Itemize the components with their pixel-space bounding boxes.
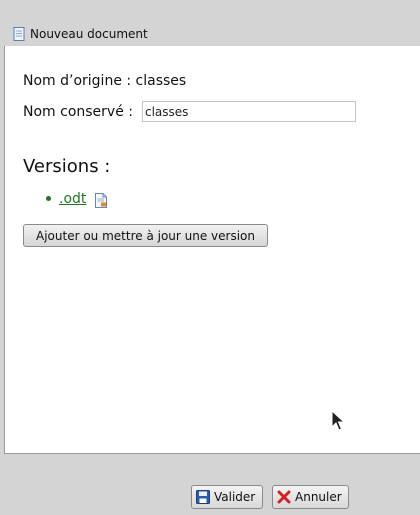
dialog-titlebar: Nouveau document <box>0 22 420 46</box>
version-link-odt[interactable]: .odt <box>59 190 86 208</box>
dialog-title: Nouveau document <box>30 27 148 41</box>
odt-file-icon[interactable] <box>94 193 108 208</box>
list-bullet <box>46 196 51 201</box>
document-icon <box>13 27 25 41</box>
cancel-x-icon <box>277 490 291 504</box>
validate-button[interactable]: Valider <box>191 485 263 509</box>
versions-heading: Versions : <box>23 156 111 177</box>
validate-label: Valider <box>214 490 256 504</box>
mouse-pointer-icon <box>331 410 345 431</box>
add-update-version-button[interactable]: Ajouter ou mettre à jour une version <box>23 224 268 247</box>
dialog-content: Nom d’origine : classes Nom conservé : V… <box>4 46 420 454</box>
cancel-button[interactable]: Annuler <box>272 485 349 509</box>
original-name-label: Nom d’origine : classes <box>23 73 187 89</box>
kept-name-label: Nom conservé : <box>23 104 133 120</box>
cancel-label: Annuler <box>295 490 342 504</box>
save-icon <box>196 490 210 504</box>
kept-name-input[interactable] <box>142 101 356 122</box>
